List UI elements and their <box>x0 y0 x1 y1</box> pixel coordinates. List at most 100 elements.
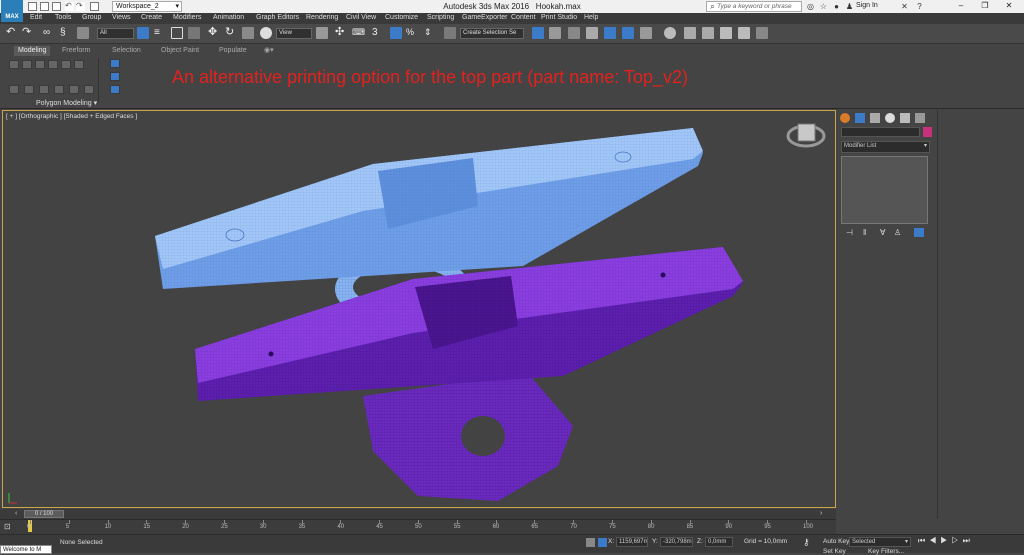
binoculars-icon[interactable]: ◎ <box>806 2 815 11</box>
render-online-icon[interactable] <box>738 27 750 39</box>
playback-controls[interactable]: ⏮◀▶▷⏭ <box>918 537 1022 547</box>
named-selection-set-dropdown[interactable]: Create Selection Se <box>460 28 524 39</box>
utilities-tab-icon[interactable] <box>915 113 925 123</box>
menu-edit[interactable]: Edit <box>30 14 42 21</box>
material-editor-icon[interactable] <box>664 27 676 39</box>
ribbon-tool-button[interactable] <box>54 85 64 94</box>
scale-icon[interactable] <box>242 27 254 39</box>
isolate-selection-icon[interactable] <box>586 538 595 547</box>
curve-editor-icon[interactable] <box>622 27 634 39</box>
menu-customize[interactable]: Customize <box>385 14 418 21</box>
move-icon[interactable]: ✥ <box>208 27 220 39</box>
menu-group[interactable]: Group <box>82 14 101 21</box>
modifier-stack[interactable] <box>841 156 928 224</box>
undo-icon[interactable]: ↶ <box>6 27 18 39</box>
motion-tab-icon[interactable] <box>885 113 895 123</box>
search-input[interactable]: Type a keyword or phrase <box>706 1 802 12</box>
app-menu-icon[interactable]: MAX <box>1 0 23 22</box>
rectangular-selection-icon[interactable] <box>171 27 183 39</box>
ribbon-tool-button[interactable] <box>74 60 84 69</box>
ribbon-side-button[interactable] <box>110 59 120 68</box>
ribbon-tool-button[interactable] <box>35 60 45 69</box>
render-production-icon[interactable] <box>720 27 732 39</box>
toolbar-extra-icon[interactable] <box>756 27 768 39</box>
bind-space-warp-icon[interactable] <box>77 27 89 39</box>
mirror-icon[interactable] <box>532 27 544 39</box>
sign-in-link[interactable]: Sign In <box>856 2 878 9</box>
menu-scripting[interactable]: Scripting <box>427 14 454 21</box>
y-coordinate-field[interactable]: -320,798m <box>660 537 693 547</box>
object-color-swatch[interactable] <box>923 127 932 137</box>
menu-views[interactable]: Views <box>112 14 131 21</box>
ribbon-side-button[interactable] <box>110 72 120 81</box>
close-button[interactable]: ✕ <box>998 0 1020 12</box>
menu-print-studio[interactable]: Print Studio <box>541 14 577 21</box>
window-crossing-icon[interactable] <box>188 27 200 39</box>
next-frame-icon[interactable]: › <box>820 510 825 518</box>
schematic-view-icon[interactable] <box>640 27 652 39</box>
menu-graph-editors[interactable]: Graph Editors <box>256 14 299 21</box>
modifier-list-dropdown[interactable]: Modifier List ▾ <box>841 141 930 153</box>
menu-gameexporter[interactable]: GameExporter <box>462 14 508 21</box>
ribbon-tab-modeling[interactable]: Modeling <box>14 46 51 56</box>
hierarchy-tab-icon[interactable] <box>870 113 880 123</box>
ribbon-toggle-icon[interactable] <box>604 27 616 39</box>
ribbon-tool-button[interactable] <box>61 60 71 69</box>
maximize-button[interactable]: ❐ <box>974 0 996 12</box>
rotate-icon[interactable]: ↻ <box>225 27 237 39</box>
ribbon-side-button[interactable] <box>110 85 120 94</box>
placement-icon[interactable] <box>260 27 272 39</box>
select-by-name-icon[interactable]: ≡ <box>154 27 166 39</box>
reference-coordinate-dropdown[interactable]: View <box>276 28 312 39</box>
modify-tab-icon[interactable] <box>855 113 865 123</box>
auto-key-button[interactable]: Auto Key <box>823 538 849 545</box>
rendered-frame-window-icon[interactable] <box>702 27 714 39</box>
menu-help[interactable]: Help <box>584 14 598 21</box>
display-tab-icon[interactable] <box>900 113 910 123</box>
show-end-result-icon[interactable]: ‖ <box>863 228 873 237</box>
layer-manager-icon[interactable] <box>586 27 598 39</box>
minimize-button[interactable]: – <box>950 0 972 12</box>
menu-civil-view[interactable]: Civil View <box>346 14 376 21</box>
key-mode-dropdown[interactable]: Selected ▾ <box>849 537 911 547</box>
selection-lock-icon[interactable] <box>598 538 607 547</box>
edit-named-selection-icon[interactable] <box>444 27 456 39</box>
render-setup-icon[interactable] <box>684 27 696 39</box>
ribbon-tab-populate[interactable]: Populate <box>215 46 251 56</box>
x-coordinate-field[interactable]: 1159,697m <box>616 537 648 547</box>
help-icon[interactable]: ? <box>915 2 924 11</box>
pivot-center-icon[interactable] <box>316 27 328 39</box>
keyboard-shortcut-icon[interactable]: ⌨ <box>352 27 365 39</box>
menu-create[interactable]: Create <box>141 14 162 21</box>
configure-modifier-sets-icon[interactable] <box>914 228 924 237</box>
ribbon-options-icon[interactable]: ◉▾ <box>260 46 278 56</box>
ribbon-tab-freeform[interactable]: Freeform <box>58 46 94 56</box>
unlink-icon[interactable]: § <box>60 27 72 39</box>
key-filters-button[interactable]: Key Filters... <box>868 548 904 555</box>
object-name-field[interactable] <box>841 127 920 137</box>
ribbon-tool-button[interactable] <box>9 60 19 69</box>
viewport-orthographic[interactable]: [ + ] [Orthographic ] [Shaded + Edged Fa… <box>2 110 836 508</box>
menu-rendering[interactable]: Rendering <box>306 14 338 21</box>
ribbon-tab-object-paint[interactable]: Object Paint <box>157 46 203 56</box>
viewcube[interactable] <box>786 123 826 148</box>
frame-counter[interactable]: 0 / 100 <box>24 510 64 518</box>
menu-tools[interactable]: Tools <box>55 14 71 21</box>
create-tab-icon[interactable] <box>840 113 850 123</box>
ribbon-tool-button[interactable] <box>22 60 32 69</box>
ribbon-tab-selection[interactable]: Selection <box>108 46 145 56</box>
z-coordinate-field[interactable]: 0,0mm <box>705 537 733 547</box>
polygon-modeling-panel-label[interactable]: Polygon Modeling ▾ <box>36 99 97 107</box>
star-icon[interactable]: ☆ <box>819 2 828 11</box>
snaps-toggle-icon[interactable]: 3 <box>372 27 384 39</box>
redo-icon[interactable]: ↷ <box>22 27 34 39</box>
previous-frame-icon[interactable]: ‹ <box>15 510 20 518</box>
set-key-button[interactable]: Set Key <box>823 548 846 555</box>
user-icon[interactable]: ● <box>832 2 841 11</box>
angle-snap-icon[interactable] <box>390 27 402 39</box>
account-icon[interactable]: ♟ <box>845 2 854 11</box>
ribbon-tool-button[interactable] <box>24 85 34 94</box>
menu-modifiers[interactable]: Modifiers <box>173 14 201 21</box>
ribbon-tool-button[interactable] <box>48 60 58 69</box>
selection-filter-dropdown[interactable]: All <box>97 28 134 39</box>
